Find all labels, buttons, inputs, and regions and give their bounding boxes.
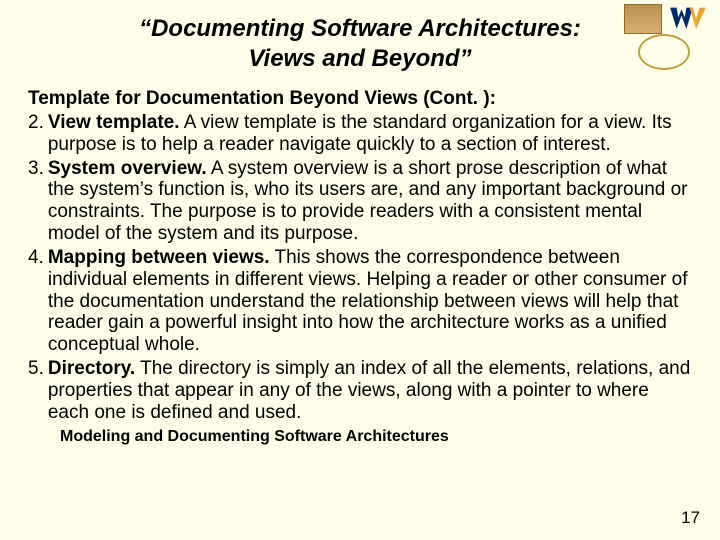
logo-group	[620, 4, 710, 72]
item-body: Mapping between views. This shows the co…	[48, 247, 692, 356]
sphinx-icon	[624, 4, 662, 34]
list-item: 2. View template. A view template is the…	[28, 112, 692, 156]
item-term: System overview.	[48, 158, 207, 179]
item-number: 5.	[28, 358, 48, 424]
item-number: 2.	[28, 112, 48, 156]
wv-logo-icon	[668, 6, 708, 32]
item-body: Directory. The directory is simply an in…	[48, 358, 692, 424]
item-number: 3.	[28, 158, 48, 245]
list-item: 4. Mapping between views. This shows the…	[28, 247, 692, 356]
page-number: 17	[681, 508, 700, 528]
list-item: 3. System overview. A system overview is…	[28, 158, 692, 245]
item-term: Directory.	[48, 358, 135, 379]
item-text: The directory is simply an index of all …	[48, 358, 690, 423]
item-term: View template.	[48, 112, 180, 133]
item-body: System overview. A system overview is a …	[48, 158, 692, 245]
university-seal-icon	[638, 34, 690, 70]
item-body: View template. A view template is the st…	[48, 112, 692, 156]
item-number: 4.	[28, 247, 48, 356]
list-item: 5. Directory. The directory is simply an…	[28, 358, 692, 424]
slide: “Documenting Software Architectures: Vie…	[0, 0, 720, 540]
slide-title: “Documenting Software Architectures: Vie…	[118, 14, 602, 74]
section-heading: Template for Documentation Beyond Views …	[28, 88, 692, 110]
item-term: Mapping between views.	[48, 247, 270, 268]
footer-text: Modeling and Documenting Software Archit…	[60, 428, 692, 446]
